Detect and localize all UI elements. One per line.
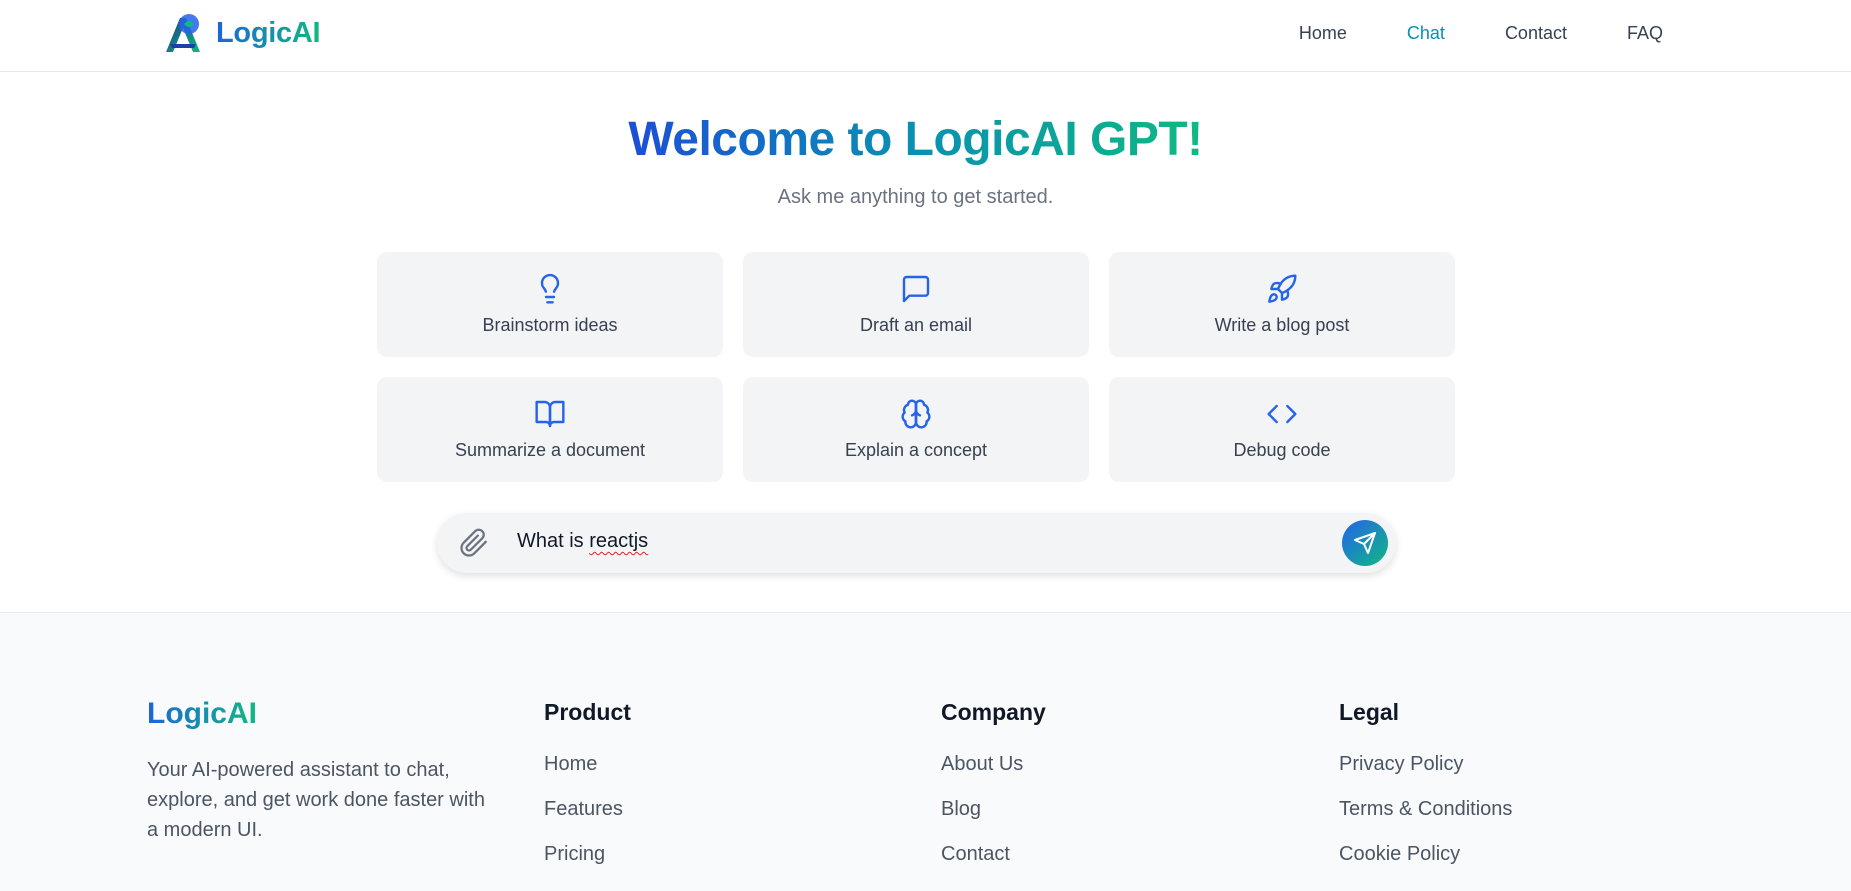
- footer-column-product: Product Home Features Pricing: [544, 697, 631, 884]
- site-footer: LogicAI Your AI-powered assistant to cha…: [0, 612, 1851, 891]
- hero-subtitle: Ask me anything to get started.: [777, 186, 1054, 208]
- footer-link-features[interactable]: Features: [544, 794, 631, 824]
- footer-column-company: Company About Us Blog Contact: [941, 697, 1046, 884]
- rocket-icon: [1268, 274, 1297, 303]
- suggestion-brainstorm[interactable]: Brainstorm ideas: [377, 252, 723, 357]
- brain-icon: [901, 399, 931, 429]
- send-button[interactable]: [1342, 520, 1388, 566]
- suggestion-label: Brainstorm ideas: [482, 315, 618, 335]
- code-icon: [1267, 404, 1297, 424]
- footer-link-home[interactable]: Home: [544, 749, 631, 779]
- footer-link-privacy[interactable]: Privacy Policy: [1339, 749, 1512, 779]
- footer-column-title: Legal: [1339, 699, 1400, 725]
- suggestion-label: Summarize a document: [454, 440, 646, 460]
- footer-link-contact[interactable]: Contact: [941, 839, 1046, 869]
- suggestion-summarize[interactable]: Summarize a document: [377, 377, 723, 482]
- suggestion-label: Explain a concept: [844, 440, 988, 460]
- suggestion-explain[interactable]: Explain a concept: [743, 377, 1089, 482]
- footer-link-pricing[interactable]: Pricing: [544, 839, 631, 869]
- chat-input[interactable]: What is reactjs: [517, 530, 648, 553]
- footer-link-about[interactable]: About Us: [941, 749, 1046, 779]
- nav-faq[interactable]: FAQ: [1627, 20, 1663, 46]
- suggestion-label: Write a blog post: [1214, 315, 1350, 335]
- chat-input-misspelled-word: reactjs: [589, 530, 649, 552]
- suggestion-debug[interactable]: Debug code: [1109, 377, 1455, 482]
- suggestion-blog-post[interactable]: Write a blog post: [1109, 252, 1455, 357]
- book-open-icon: [535, 400, 565, 428]
- suggestion-draft-email[interactable]: Draft an email: [743, 252, 1089, 357]
- footer-description: Your AI-powered assistant to chat, explo…: [147, 759, 485, 841]
- nav-home[interactable]: Home: [1299, 20, 1347, 46]
- suggestion-label: Debug code: [1233, 440, 1331, 460]
- hero-title: Welcome to LogicAI GPT!: [0, 112, 1831, 167]
- footer-brand: LogicAI: [147, 697, 257, 730]
- suggestion-label: Draft an email: [859, 315, 973, 335]
- footer-link-blog[interactable]: Blog: [941, 794, 1046, 824]
- send-icon: [1354, 532, 1376, 554]
- lightbulb-icon: [540, 273, 560, 304]
- nav-chat[interactable]: Chat: [1407, 20, 1445, 46]
- main-nav: Home Chat Contact FAQ: [1239, 20, 1663, 46]
- footer-column-title: Company: [941, 699, 1046, 725]
- site-header: LogicAI Home Chat Contact FAQ: [0, 0, 1851, 72]
- footer-column-title: Product: [544, 699, 631, 725]
- paperclip-icon[interactable]: [459, 528, 489, 558]
- chat-input-bar: What is reactjs: [437, 513, 1396, 573]
- footer-link-terms[interactable]: Terms & Conditions: [1339, 794, 1512, 824]
- nav-contact[interactable]: Contact: [1505, 20, 1567, 46]
- footer-link-cookies[interactable]: Cookie Policy: [1339, 839, 1512, 869]
- chat-input-value: What is: [517, 530, 590, 552]
- message-square-icon: [902, 275, 930, 303]
- logo-icon: [166, 14, 200, 52]
- hero-title-text: Welcome to LogicAI GPT!: [628, 113, 1203, 166]
- footer-column-legal: Legal Privacy Policy Terms & Conditions …: [1339, 697, 1512, 884]
- brand-name: LogicAI: [216, 16, 321, 49]
- logo[interactable]: LogicAI: [160, 8, 321, 58]
- suggestion-grid: Brainstorm ideas Draft an email Write a …: [377, 252, 1457, 482]
